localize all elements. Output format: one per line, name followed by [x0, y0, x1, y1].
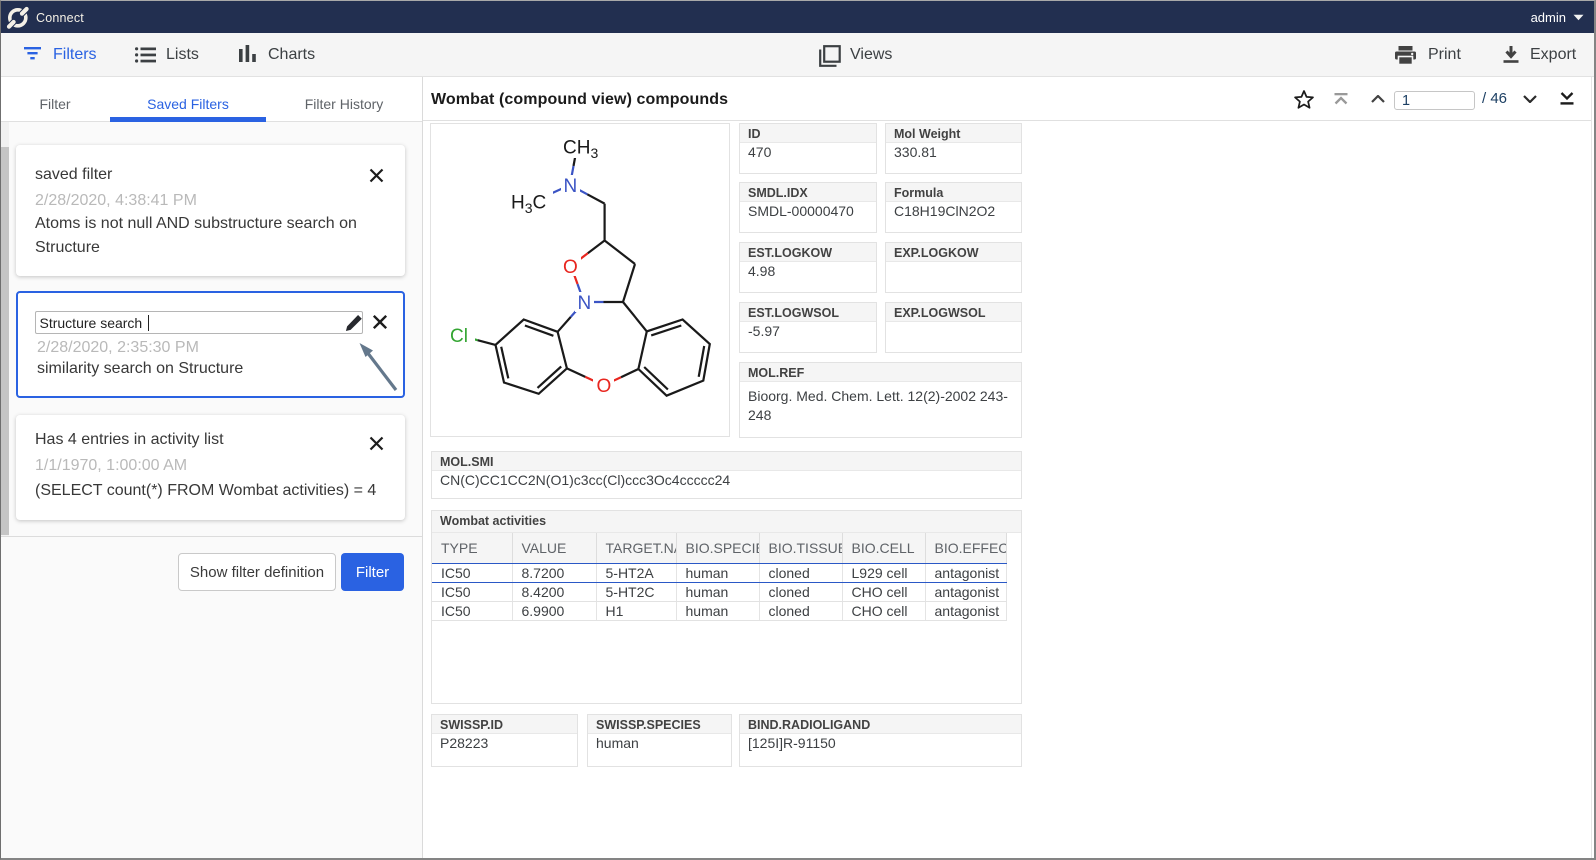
svg-text:O: O [597, 376, 612, 397]
svg-text:Cl: Cl [450, 326, 468, 347]
svg-text:N: N [578, 293, 592, 314]
svg-text:N: N [564, 176, 578, 197]
svg-text:O: O [563, 257, 578, 278]
